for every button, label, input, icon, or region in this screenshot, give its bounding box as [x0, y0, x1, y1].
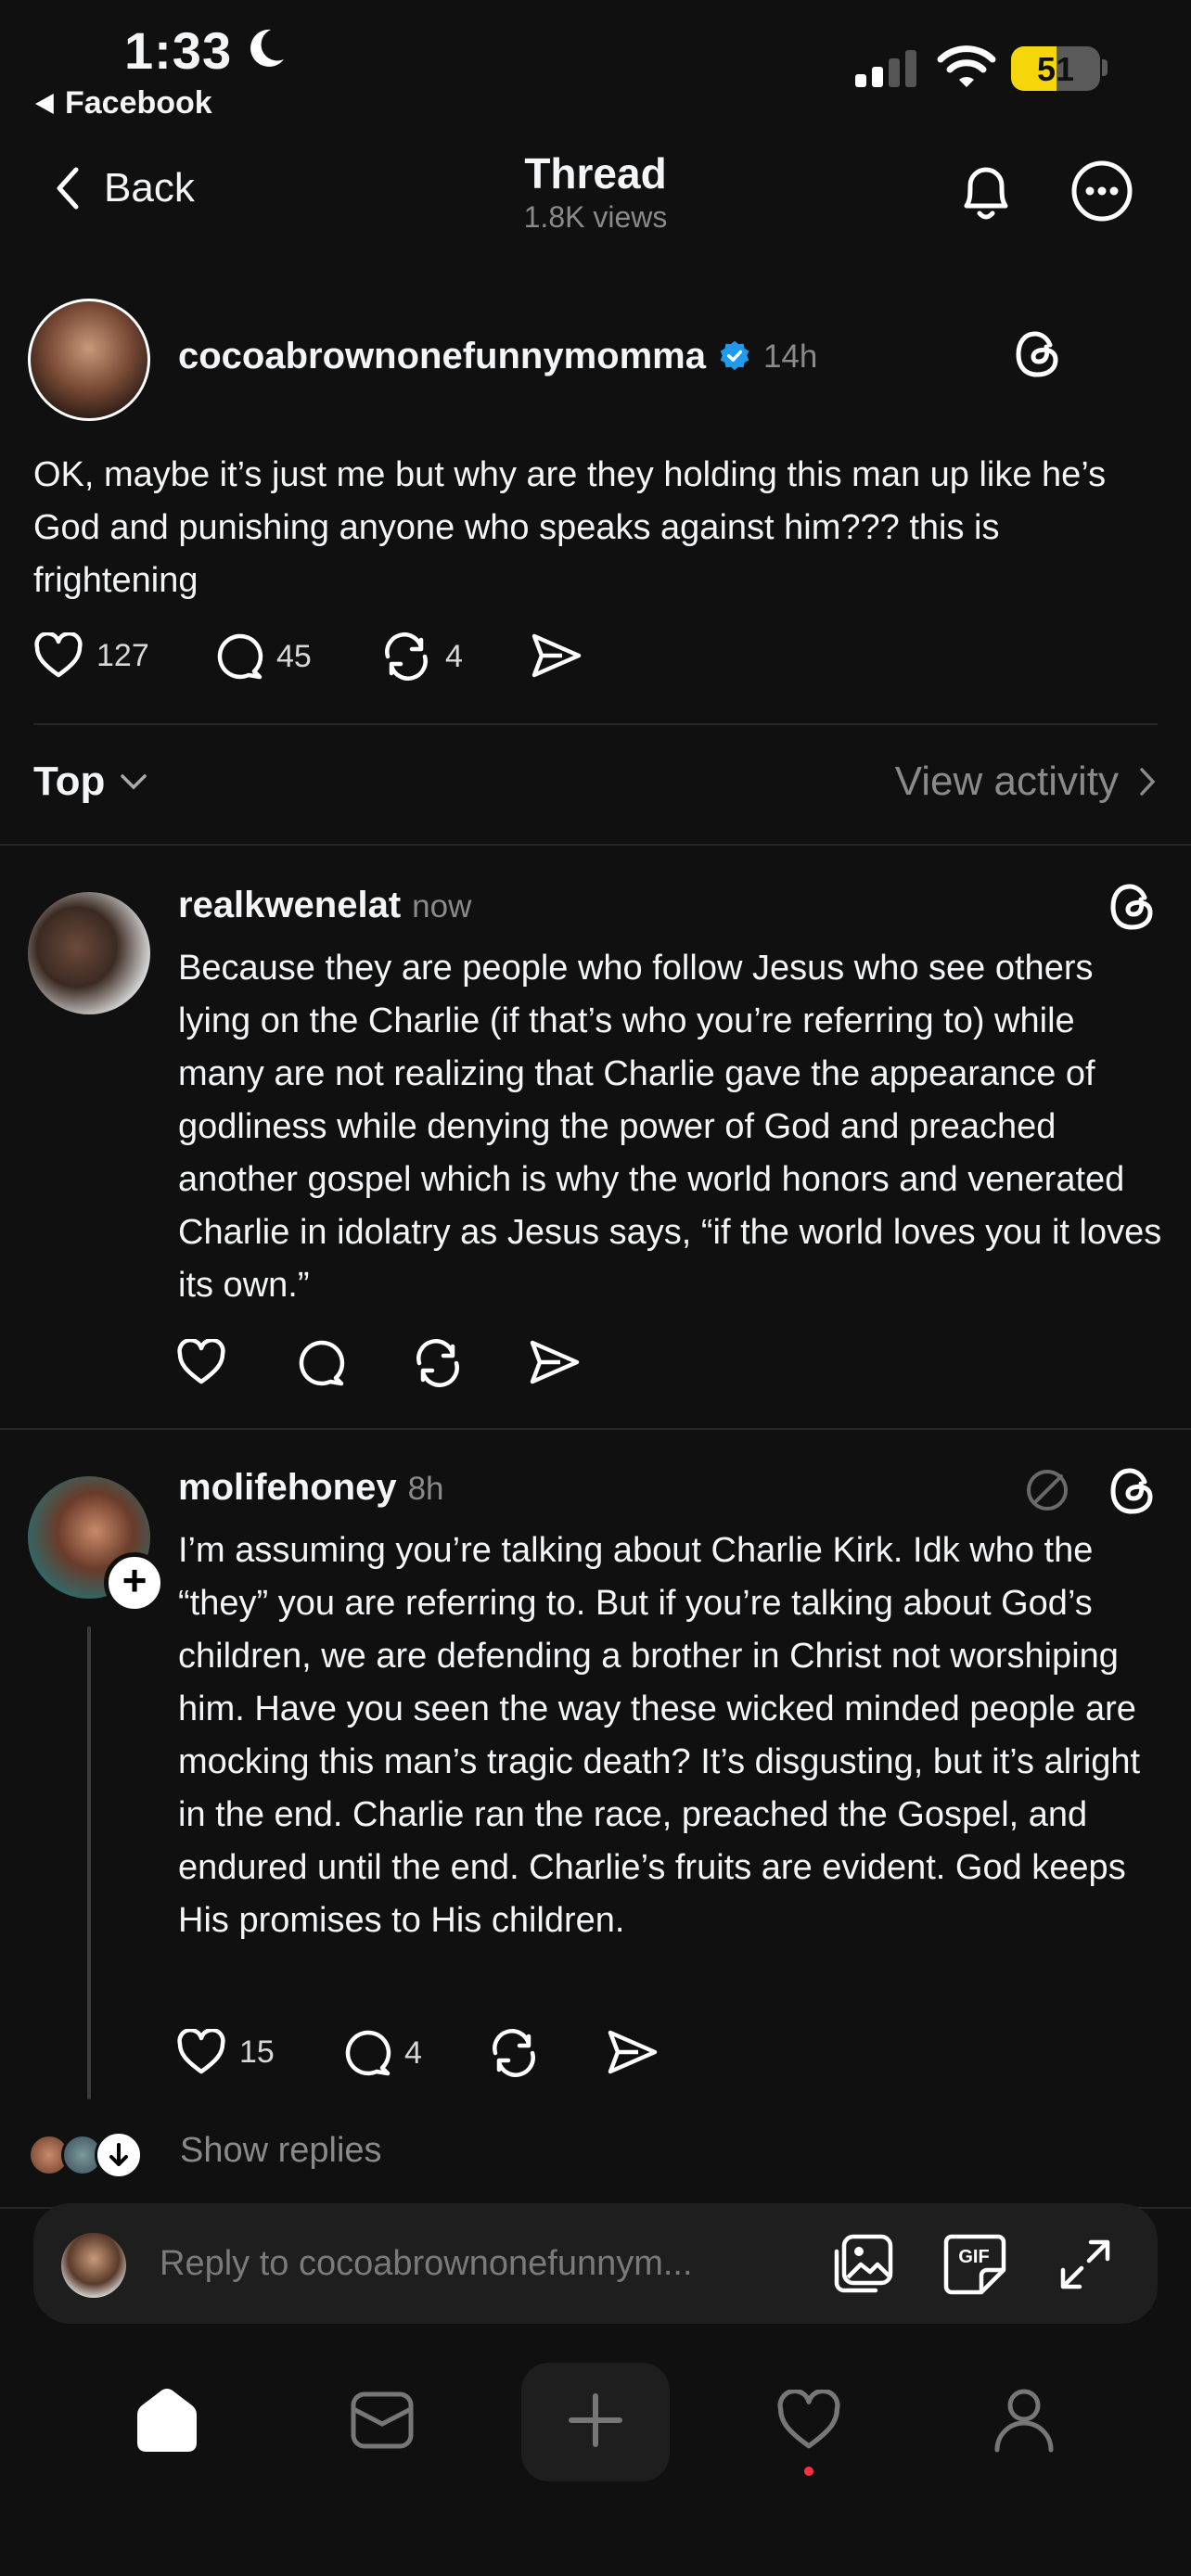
arrow-down-icon [95, 2131, 143, 2179]
activity-heart-icon[interactable] [744, 2374, 874, 2467]
moon-icon [243, 26, 288, 70]
comment-button[interactable]: 45 [213, 632, 312, 681]
status-time: 1:33 [124, 21, 233, 80]
post-time: 14h [762, 338, 818, 375]
repost-button[interactable] [412, 1339, 464, 1387]
reply-text: Because they are people who follow Jesus… [178, 949, 1162, 1305]
back-to-app-link[interactable]: Facebook [35, 85, 212, 121]
repost-icon [416, 1339, 459, 1387]
thread-line [87, 1626, 91, 2099]
like-button[interactable]: 127 [33, 632, 149, 679]
username[interactable]: cocoabrownonefunnymomma [178, 336, 706, 377]
send-icon [608, 2030, 658, 2074]
divider [33, 723, 1158, 725]
comment-count: 45 [276, 638, 312, 674]
chevron-down-icon [121, 774, 147, 790]
profile-icon[interactable] [959, 2374, 1089, 2467]
inbox-icon[interactable] [317, 2374, 447, 2467]
comment-button[interactable]: 4 [341, 2029, 422, 2077]
username[interactable]: realkwenelat [178, 885, 401, 926]
notification-dot [804, 2467, 813, 2476]
reply-avatars[interactable] [28, 2131, 143, 2179]
divider [0, 1428, 1191, 1430]
reply-time: now [412, 888, 472, 925]
post-text: OK, maybe it’s just me but why are they … [33, 455, 1107, 600]
expand-icon[interactable] [1057, 2237, 1113, 2292]
reply-text: I’m assuming you’re talking about Charli… [178, 1531, 1141, 1940]
gif-icon[interactable]: GIF [942, 2231, 1007, 2296]
more-icon[interactable] [1070, 159, 1133, 223]
comment-icon [345, 2030, 391, 2076]
share-button[interactable] [529, 1339, 581, 1385]
like-count: 127 [96, 637, 149, 673]
threads-logo-icon[interactable] [1109, 881, 1156, 933]
heart-icon [177, 1339, 225, 1384]
plus-icon[interactable] [531, 2374, 660, 2467]
view-activity-label: View activity [894, 759, 1119, 804]
show-replies-link[interactable]: Show replies [180, 2131, 382, 2171]
svg-text:GIF: GIF [958, 2247, 989, 2267]
battery-tip [1102, 59, 1108, 76]
like-button[interactable]: 15 [176, 2029, 275, 2075]
wifi-icon [937, 45, 996, 89]
signal-icon [855, 50, 918, 87]
divider [0, 844, 1191, 846]
back-app-label: Facebook [65, 85, 212, 121]
reply-header: realkwenelat now [178, 885, 471, 926]
heart-icon [34, 632, 83, 678]
comment-button[interactable] [295, 1339, 345, 1387]
heart-icon [177, 2029, 225, 2074]
repost-icon [493, 2029, 535, 2077]
chevron-right-icon [1140, 768, 1156, 796]
avatar[interactable] [28, 299, 150, 421]
verified-badge-icon [720, 340, 749, 370]
like-button[interactable] [176, 1339, 226, 1385]
username[interactable]: molifehoney [178, 1467, 397, 1509]
comment-icon [217, 633, 263, 680]
gallery-icon[interactable] [831, 2231, 896, 2296]
home-icon[interactable] [102, 2374, 232, 2467]
hidden-reply-icon[interactable] [1024, 1467, 1070, 1513]
repost-count: 4 [445, 638, 463, 674]
threads-logo-icon[interactable] [1015, 328, 1061, 380]
avatar[interactable] [28, 892, 150, 1014]
send-icon [531, 633, 582, 678]
sort-label: Top [33, 759, 106, 804]
repost-button[interactable]: 4 [380, 632, 463, 681]
reply-header: molifehoney 8h [178, 1467, 444, 1509]
like-count: 15 [239, 2034, 275, 2070]
send-icon [530, 1340, 580, 1384]
comment-icon [299, 1340, 345, 1386]
back-triangle-icon [35, 93, 54, 114]
post-header: cocoabrownonefunnymomma 14h [178, 336, 817, 377]
threads-logo-icon[interactable] [1109, 1465, 1156, 1517]
sort-dropdown[interactable]: Top [33, 759, 147, 805]
share-button[interactable] [607, 2029, 659, 2075]
view-activity-link[interactable]: View activity [895, 759, 1156, 805]
battery-icon: 51 [1011, 46, 1100, 91]
comment-count: 4 [404, 2034, 422, 2071]
repost-icon [385, 632, 428, 681]
reply-input[interactable]: Reply to cocoabrownonefunnym... [160, 2244, 693, 2284]
battery-level: 51 [1036, 50, 1075, 88]
bell-icon[interactable] [955, 158, 1017, 224]
share-button[interactable] [531, 632, 583, 679]
avatar [61, 2233, 126, 2298]
reply-time: 8h [407, 1471, 444, 1507]
repost-button[interactable] [488, 2029, 540, 2077]
follow-plus-icon[interactable]: + [104, 1552, 165, 1613]
